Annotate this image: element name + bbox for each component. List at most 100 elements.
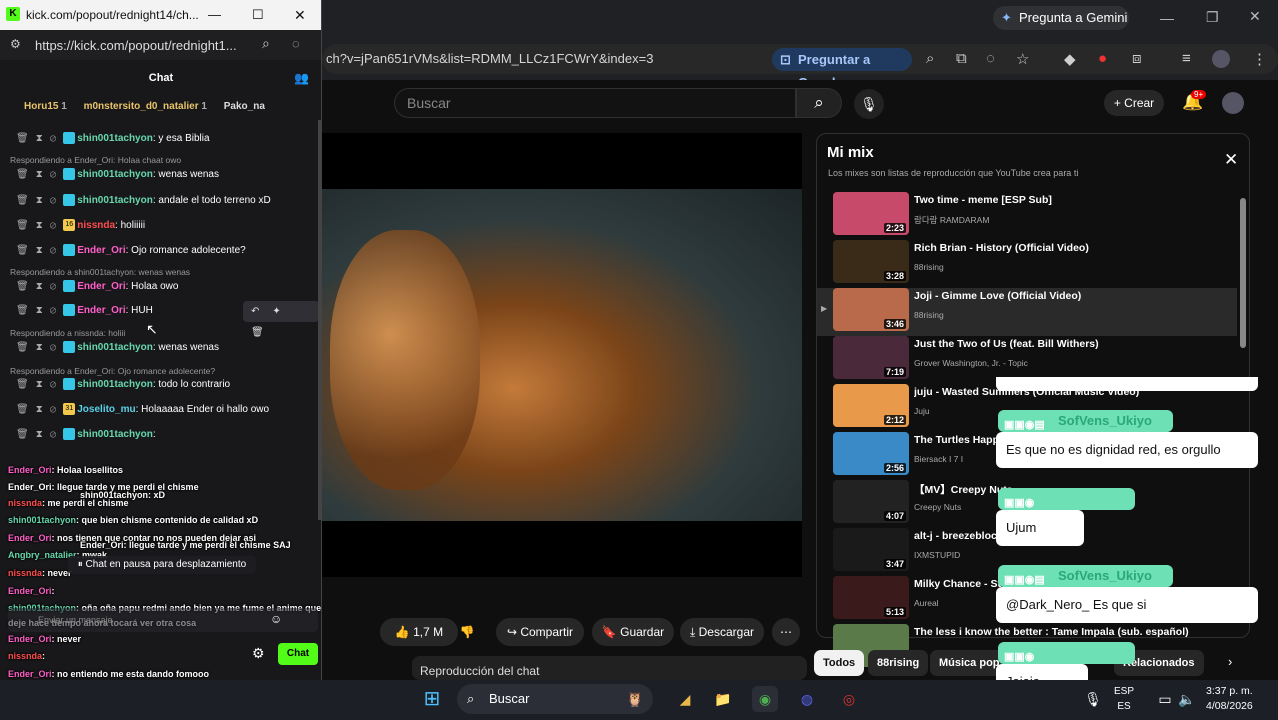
mix-thumbnail[interactable]: 7:19 — [833, 336, 909, 379]
zoom-icon[interactable]: ⌕ — [926, 50, 934, 67]
dislike-icon[interactable]: 👎 — [452, 618, 482, 646]
language-indicator[interactable]: ESP ES — [1114, 684, 1134, 714]
install-icon[interactable]: ⧉ — [956, 50, 967, 67]
chat-username[interactable]: shin001tachyon — [77, 169, 153, 180]
volume-icon[interactable]: 🔈 — [1174, 686, 1200, 712]
chat-message[interactable]: 🗑⧗⊘ shin001tachyon: wenas wenas — [0, 165, 321, 185]
users-icon[interactable]: 👥 — [294, 66, 309, 90]
mod-tools-icon[interactable]: 🗑⧗⊘ — [16, 342, 63, 353]
chip-all[interactable]: Todos — [814, 650, 865, 676]
eye-off-icon[interactable]: ◌ — [986, 50, 995, 67]
restore-icon[interactable]: ❐ — [1206, 9, 1219, 26]
mic-icon[interactable]: 🎙 — [854, 89, 884, 119]
mix-item[interactable]: 3:28 Rich Brian - History (Official Video… — [817, 240, 1237, 288]
chat-send-button[interactable]: Chat — [278, 643, 318, 665]
chat-paused-banner[interactable]: ⏸ Chat en pausa para desplazamiento — [68, 556, 256, 574]
puzzle-icon[interactable]: ⧈ — [1132, 50, 1142, 67]
scrollbar[interactable] — [318, 120, 321, 520]
mix-thumbnail[interactable]: 2:23 — [833, 192, 909, 235]
eye-off-icon[interactable]: ◌ — [292, 36, 300, 51]
mix-thumbnail[interactable]: 2:12 — [833, 384, 909, 427]
chat-username[interactable]: Ender_Ori — [77, 245, 125, 256]
clock[interactable]: 3:37 p. m. 4/08/2026 — [1206, 684, 1253, 714]
minimize-icon[interactable]: — — [208, 0, 221, 30]
mod-tools-icon[interactable]: 🗑⧗⊘ — [16, 281, 63, 292]
chat-replay-bar[interactable]: Reproducción del chat — [412, 656, 807, 680]
windows-start-icon[interactable]: ⊞ — [419, 686, 445, 712]
emote-icon[interactable]: ☺ — [270, 612, 282, 626]
gifter-item[interactable]: Horu15 1 — [24, 101, 67, 112]
mix-thumbnail[interactable]: 2:56 — [833, 432, 909, 475]
mod-tools-icon[interactable]: 🗑⧗⊘ — [16, 195, 63, 206]
mod-tools-icon[interactable]: 🗑⧗⊘ — [16, 305, 63, 316]
mix-thumbnail[interactable]: 3:47 — [833, 528, 909, 571]
site-info-icon[interactable]: ⚙ — [10, 37, 21, 51]
create-button[interactable]: + Crear — [1104, 90, 1164, 116]
obs-icon[interactable]: ◎ — [836, 686, 862, 712]
reply-context[interactable]: Respondiendo a Ender_Ori: Holaa chaat ow… — [10, 155, 181, 165]
mod-tools-icon[interactable]: 🗑⧗⊘ — [16, 379, 63, 390]
chat-message[interactable]: 🗑⧗⊘ shin001tachyon: y esa Biblia — [0, 129, 321, 149]
chat-message[interactable]: 🗑⧗⊘ 16 nissnda: holiiiii — [0, 216, 321, 236]
reply-context[interactable]: Respondiendo a nissnda: holiii — [10, 328, 125, 338]
profile-avatar[interactable] — [1212, 50, 1230, 68]
app-icon[interactable]: ◢ — [672, 686, 698, 712]
more-icon[interactable]: ⋯ — [772, 618, 800, 646]
menu-icon[interactable]: ⋮ — [1252, 50, 1267, 68]
zoom-icon[interactable]: ⌕ — [262, 35, 270, 52]
avatar[interactable] — [1222, 92, 1244, 114]
gemini-button[interactable]: ✦ Pregunta a Gemini — [993, 6, 1129, 30]
mix-item[interactable]: 2:23 Two time - meme [ESP Sub] 람다람 RAMDARA… — [817, 192, 1237, 240]
chat-username[interactable]: shin001tachyon — [77, 195, 153, 206]
mix-thumbnail[interactable]: 5:13 — [833, 576, 909, 619]
chat-username[interactable]: Ender_Ori — [77, 281, 125, 292]
media-icon[interactable]: ≡ — [1182, 50, 1191, 67]
popout-url[interactable]: https://kick.com/popout/rednight1... — [35, 38, 237, 53]
mix-item[interactable]: 3:46 Joji - Gimme Love (Official Video) 88… — [817, 288, 1237, 336]
chat-message[interactable]: 🗑⧗⊘ shin001tachyon: — [0, 425, 321, 445]
search-icon[interactable]: ⌕ — [796, 88, 842, 118]
chat-message[interactable]: 🗑⧗⊘ shin001tachyon: todo lo contrario — [0, 375, 321, 395]
chat-username[interactable]: shin001tachyon — [77, 429, 153, 440]
close-icon[interactable]: ✕ — [1249, 8, 1261, 25]
gifter-item[interactable]: m0nstersito_d0_natalier 1 — [84, 101, 207, 112]
mix-thumbnail[interactable]: 4:07 — [833, 480, 909, 523]
mod-tools-icon[interactable]: 🗑⧗⊘ — [16, 404, 63, 415]
ask-google-button[interactable]: ⊡Preguntar a Google — [772, 48, 912, 90]
chat-username[interactable]: shin001tachyon — [77, 379, 153, 390]
search-input[interactable]: Buscar — [394, 88, 796, 118]
message-hover-actions[interactable]: ↶✦🗑 — [243, 301, 319, 338]
restore-icon[interactable]: ☐ — [252, 0, 264, 30]
like-button[interactable]: 👍 1,7 M — [380, 618, 458, 646]
discord-icon[interactable]: ◍ — [794, 686, 820, 712]
mod-tools-icon[interactable]: 🗑⧗⊘ — [16, 133, 63, 144]
chat-message[interactable]: 🗑⧗⊘ Ender_Ori: Holaa owo — [0, 277, 321, 297]
chat-username[interactable]: nissnda — [77, 220, 115, 231]
mod-tools-icon[interactable]: 🗑⧗⊘ — [16, 429, 63, 440]
chat-username[interactable]: shin001tachyon — [77, 342, 153, 353]
close-icon[interactable]: ✕ — [294, 0, 306, 30]
minimize-icon[interactable]: — — [1160, 10, 1174, 26]
gear-icon[interactable]: ⚙ — [252, 645, 265, 662]
gifter-item[interactable]: Pako_na — [224, 101, 265, 112]
chat-username[interactable]: Joselito_mu — [77, 404, 135, 415]
reply-context[interactable]: Respondiendo a shin001tachyon: wenas wen… — [10, 267, 190, 277]
chat-username[interactable]: shin001tachyon — [77, 133, 153, 144]
scrollbar[interactable] — [1240, 198, 1246, 348]
mic-tray-icon[interactable]: 🎙 — [1080, 686, 1106, 712]
bookmark-star-icon[interactable]: ☆ — [1016, 50, 1029, 68]
chip-88rising[interactable]: 88rising — [868, 650, 929, 676]
chevron-right-icon[interactable]: › — [1228, 654, 1232, 669]
mod-tools-icon[interactable]: 🗑⧗⊘ — [16, 245, 63, 256]
chat-message[interactable]: 🗑⧗⊘ 31 Joselito_mu: Holaaaaa Ender oi hall… — [0, 400, 321, 420]
mix-thumbnail[interactable]: 3:46 — [833, 288, 909, 331]
mix-thumbnail[interactable]: 3:28 — [833, 240, 909, 283]
widget-icon[interactable]: 🦉 — [622, 686, 648, 712]
chat-username[interactable]: Ender_Ori — [77, 305, 125, 316]
close-icon[interactable]: ✕ — [1224, 150, 1238, 170]
save-button[interactable]: 🔖 Guardar — [592, 618, 674, 646]
chrome-icon[interactable]: ◉ — [752, 686, 778, 712]
adblock-icon[interactable]: ● — [1098, 50, 1107, 67]
share-button[interactable]: ↪ Compartir — [496, 618, 584, 646]
download-button[interactable]: ⤓ Descargar — [680, 618, 764, 646]
